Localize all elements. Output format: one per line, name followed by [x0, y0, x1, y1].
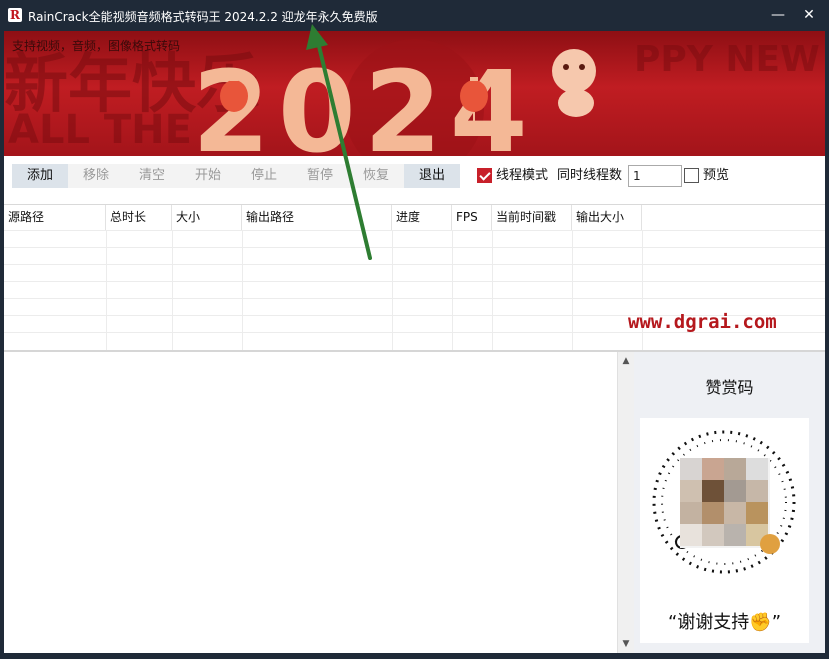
column-header-output-path[interactable]: 输出路径: [242, 205, 392, 230]
scroll-down-icon[interactable]: ▼: [618, 637, 634, 651]
site-watermark: www.dgrai.com: [628, 311, 777, 333]
donate-title: 赞赏码: [705, 378, 754, 397]
window-title: RainCrack全能视频音频格式转码王 2024.2.2 迎龙年永久免费版: [28, 10, 378, 24]
log-scrollbar[interactable]: ▲ ▼: [617, 352, 634, 653]
start-button[interactable]: 开始: [180, 164, 236, 188]
banner-caption: 支持视频，音频，图像格式转码: [12, 39, 181, 53]
column-divider: [392, 230, 393, 350]
thread-mode-checkbox[interactable]: [477, 168, 492, 183]
banner-bg-text-mid: ALL THE: [8, 107, 192, 153]
clear-button[interactable]: 清空: [124, 164, 180, 188]
table-row[interactable]: [4, 230, 825, 231]
thread-mode-label: 线程模式: [496, 168, 549, 183]
app-logo-icon: R: [8, 8, 22, 22]
column-header-output-size[interactable]: 输出大小: [572, 205, 642, 230]
scroll-up-icon[interactable]: ▲: [618, 354, 634, 368]
qr-code-icon: [652, 430, 796, 574]
promo-banner: 新年快乐 ALL THE PPY NEW 2024 支持视频，音频，图像格式转码: [4, 31, 825, 156]
dragon-mascot-icon: [552, 49, 596, 117]
table-row[interactable]: [4, 247, 825, 248]
close-button[interactable]: ✕: [797, 4, 821, 26]
column-divider: [242, 230, 243, 350]
remove-button[interactable]: 移除: [68, 164, 124, 188]
column-divider: [492, 230, 493, 350]
table-row[interactable]: [4, 281, 825, 282]
preview-checkbox[interactable]: [684, 168, 699, 183]
column-divider: [106, 230, 107, 350]
thread-count-input[interactable]: 1: [628, 165, 682, 187]
thread-count-label: 同时线程数: [557, 168, 623, 183]
resume-button[interactable]: 恢复: [348, 164, 404, 188]
table-row[interactable]: [4, 264, 825, 265]
column-header-size[interactable]: 大小: [172, 205, 242, 230]
pause-button[interactable]: 暂停: [292, 164, 348, 188]
thanks-text: “谢谢支持✊”: [667, 612, 782, 633]
toolbar: 添加 移除 清空 开始 停止 暂停 恢复 退出 线程模式 同时线程数 1 预览: [4, 156, 825, 205]
preview-label: 预览: [703, 168, 730, 183]
column-divider: [172, 230, 173, 350]
minimize-button[interactable]: —: [766, 4, 790, 26]
exit-button[interactable]: 退出: [404, 164, 460, 188]
log-output-area[interactable]: [4, 352, 617, 653]
column-header-timestamp[interactable]: 当前时间戳: [492, 205, 572, 230]
column-header-duration[interactable]: 总时长: [106, 205, 172, 230]
add-button[interactable]: 添加: [12, 164, 68, 188]
table-row[interactable]: [4, 298, 825, 299]
donate-qr-card: “谢谢支持✊”: [640, 418, 809, 643]
column-divider: [572, 230, 573, 350]
title-bar: R RainCrack全能视频音频格式转码王 2024.2.2 迎龙年永久免费版…: [0, 0, 829, 31]
stop-button[interactable]: 停止: [236, 164, 292, 188]
column-divider: [452, 230, 453, 350]
banner-bg-text-right: PPY NEW: [634, 39, 820, 80]
column-header-progress[interactable]: 进度: [392, 205, 452, 230]
donate-panel: 赞赏码 “谢谢支持✊”: [634, 352, 825, 653]
column-header-source-path[interactable]: 源路径: [4, 205, 106, 230]
column-header-fps[interactable]: FPS: [452, 205, 492, 230]
